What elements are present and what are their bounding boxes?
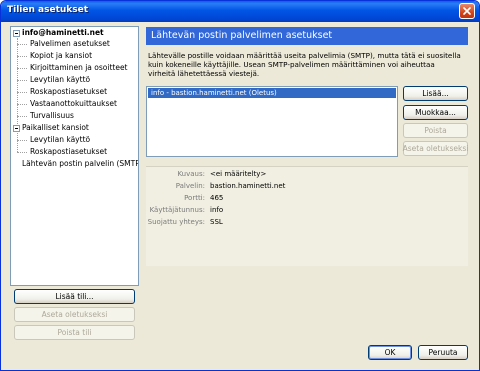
description-value: <ei määritelty> [210,170,267,178]
button-label: Poista [424,126,447,135]
button-label: OK [384,348,396,357]
username-label: Käyttäjätunnus: [149,206,205,214]
tree-connector [17,80,27,81]
smtp-server-row[interactable]: info - bastion.haminetti.net (Oletus) [148,88,396,98]
close-button[interactable] [459,3,475,19]
remove-server-button[interactable]: Poista [403,123,468,138]
tree-item-label: Kopiot ja kansiot [30,51,93,60]
server-label: Palvelin: [175,182,205,190]
security-label: Suojattu yhteys: [147,218,205,226]
collapse-icon[interactable] [13,125,20,132]
smtp-server-list[interactable]: info - bastion.haminetti.net (Oletus) [146,86,398,157]
tree-item-label: Palvelimen asetukset [30,39,110,48]
button-label: Muokkaa... [415,108,456,117]
window-title: Tilien asetukset [7,5,89,15]
panel-heading: Lähtevän postin palvelimen asetukset [146,27,468,45]
tree-connector [17,133,18,152]
edit-server-button[interactable]: Muokkaa... [403,105,468,120]
tree-account-label: info@haminetti.net [22,28,104,37]
tree-connector [17,140,27,141]
button-label: Poista tili [57,328,92,337]
port-value: 465 [210,194,224,202]
description-label: Kuvaus: [177,170,205,178]
button-label: Lisää... [422,89,449,98]
tree-item-label: Levytilan käyttö [30,75,91,84]
set-default-server-button[interactable]: Aseta oletukseksi [403,141,468,156]
tree-item-local-junk-settings[interactable]: Roskapostiasetukset [30,146,107,158]
add-server-button[interactable]: Lisää... [403,86,468,101]
port-label: Portti: [184,194,205,202]
account-settings-dialog: Tilien asetukset info@haminetti.net Palv… [0,0,480,371]
title-bar[interactable]: Tilien asetukset [1,1,479,22]
account-tree[interactable]: info@haminetti.net Palvelimen asetukset … [10,26,139,286]
tree-connector [17,92,27,93]
tree-item-label: Roskapostiasetukset [30,87,108,96]
tree-connector [17,56,27,57]
panel-description: Lähtevälle postille voidaan määrittää us… [148,51,461,78]
add-account-button[interactable]: Lisää tili... [14,289,135,304]
server-value: bastion.haminetti.net [210,182,286,190]
tree-account-local-folders[interactable]: Paikalliset kansiot [22,122,89,134]
tree-item-security[interactable]: Turvallisuus [30,110,74,122]
tree-item-smtp[interactable]: Lähtevän postin palvelin (SMTP) [22,158,139,170]
ok-button[interactable]: OK [368,345,412,360]
tree-item-label: Kirjoittaminen ja osoitteet [30,63,128,72]
server-details: Kuvaus: <ei määritelty> Palvelin: bastio… [146,166,468,266]
set-default-account-button[interactable]: Aseta oletukseksi [14,307,135,322]
button-label: Peruuta [428,348,458,357]
username-value: info [210,206,224,214]
tree-item-disk-space[interactable]: Levytilan käyttö [30,74,90,86]
button-label: Aseta oletukseksi [41,310,108,319]
tree-item-receipts[interactable]: Vastaanottokuittaukset [30,98,117,110]
tree-item-label: Vastaanottokuittaukset [30,99,117,108]
button-label: Aseta oletukseksi [402,144,469,153]
close-icon [463,7,471,15]
tree-connector [17,104,27,105]
tree-item-composition[interactable]: Kirjoittaminen ja osoitteet [30,62,128,74]
tree-item-local-disk-space[interactable]: Levytilan käyttö [30,134,90,146]
tree-connector [17,68,27,69]
tree-item-server-settings[interactable]: Palvelimen asetukset [30,38,110,50]
tree-connector [17,116,27,117]
tree-item-label: Roskapostiasetukset [30,147,108,156]
tree-account-label: Paikalliset kansiot [22,123,89,132]
tree-item-label: Turvallisuus [30,111,74,120]
tree-item-label: Lähtevän postin palvelin (SMTP) [22,159,139,168]
tree-item-copies-folders[interactable]: Kopiot ja kansiot [30,50,92,62]
remove-account-button[interactable]: Poista tili [14,325,135,340]
tree-item-junk-settings[interactable]: Roskapostiasetukset [30,86,107,98]
button-label: Lisää tili... [55,292,94,301]
collapse-icon[interactable] [13,30,20,37]
tree-connector [17,152,27,153]
tree-connector [17,44,27,45]
security-value: SSL [210,218,223,226]
cancel-button[interactable]: Peruuta [418,345,468,360]
tree-item-label: Levytilan käyttö [30,135,91,144]
